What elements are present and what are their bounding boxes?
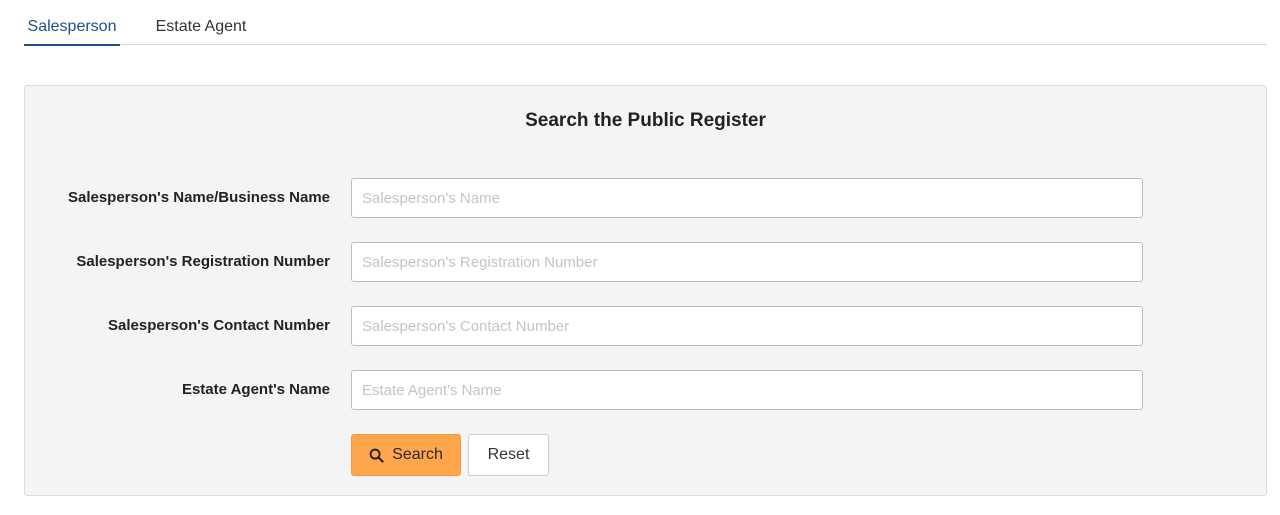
reset-button[interactable]: Reset bbox=[468, 434, 549, 476]
estate-agent-label: Estate Agent's Name bbox=[181, 381, 330, 398]
contact-label: Salesperson's Contact Number bbox=[108, 317, 330, 334]
name-label: Salesperson's Name/Business Name bbox=[67, 189, 330, 206]
search-icon bbox=[369, 448, 384, 463]
form-row-name: Salesperson's Name/Business Name bbox=[25, 178, 1268, 218]
panel-title: Search the Public Register bbox=[525, 110, 766, 131]
reset-button-label: Reset bbox=[487, 446, 530, 463]
tab-estate-agent[interactable]: Estate Agent bbox=[151, 0, 251, 45]
form-row-estate-agent: Estate Agent's Name bbox=[25, 370, 1268, 410]
registration-number-input[interactable] bbox=[351, 242, 1143, 282]
search-button-label: Search bbox=[392, 446, 443, 463]
registration-label: Salesperson's Registration Number bbox=[76, 253, 330, 270]
estate-agent-name-input[interactable] bbox=[351, 370, 1143, 410]
form-row-contact: Salesperson's Contact Number bbox=[25, 306, 1268, 346]
name-input[interactable] bbox=[351, 178, 1143, 218]
tab-salesperson[interactable]: Salesperson bbox=[24, 0, 120, 46]
contact-number-input[interactable] bbox=[351, 306, 1143, 346]
form-row-registration: Salesperson's Registration Number bbox=[25, 242, 1268, 282]
search-button[interactable]: Search bbox=[351, 434, 461, 476]
tab-bar: Salesperson Estate Agent bbox=[24, 0, 1267, 46]
search-panel: Search the Public Register Salesperson's… bbox=[24, 85, 1267, 496]
